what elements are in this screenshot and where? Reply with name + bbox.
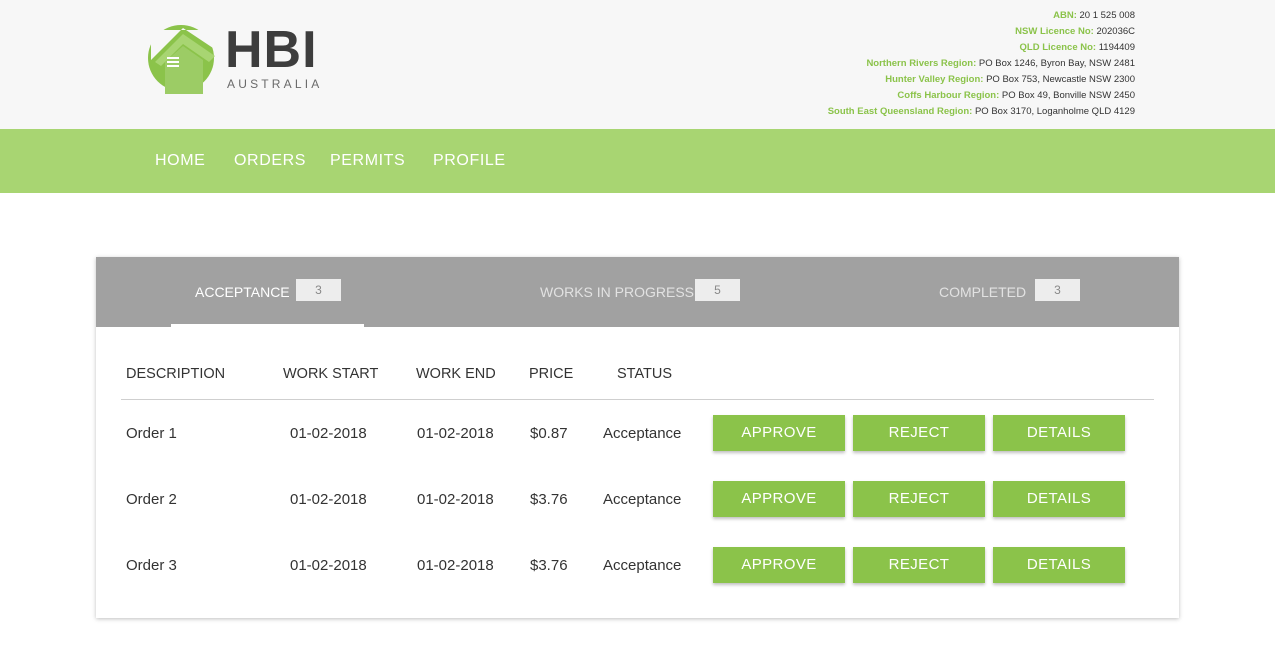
logo-subtitle: AUSTRALIA [227,77,323,91]
page-header: HBI AUSTRALIA ABN: 20 1 525 008 NSW Lice… [0,0,1275,129]
hunter-valley-address: PO Box 753, Newcastle NSW 2300 [986,74,1135,85]
nav-profile[interactable]: PROFILE [433,151,506,171]
status-tabs: ACCEPTANCE 3 WORKS IN PROGRESS 5 COMPLET… [96,257,1179,327]
coffs-harbour-label: Coffs Harbour Region: [897,90,1000,101]
approve-button[interactable]: APPROVE [713,547,845,583]
northern-rivers-address: PO Box 1246, Byron Bay, NSW 2481 [978,58,1135,69]
order-work-end: 01-02-2018 [417,557,494,574]
hunter-valley-row: Hunter Valley Region: PO Box 753, Newcas… [828,72,1135,88]
hbi-logo[interactable]: HBI AUSTRALIA [147,22,322,94]
south-east-queensland-row: South East Queensland Region: PO Box 317… [828,104,1135,120]
tab-completed-label: COMPLETED [939,284,1027,300]
column-header-work-start: WORK START [283,366,379,382]
details-button[interactable]: DETAILS [993,481,1125,517]
coffs-harbour-address: PO Box 49, Bonville NSW 2450 [1001,90,1135,101]
order-work-start: 01-02-2018 [290,425,367,442]
house-logo-icon [148,25,219,94]
order-price: $3.76 [530,557,568,574]
nsw-licence-label: NSW Licence No: [1015,26,1094,37]
abn-value: 20 1 525 008 [1079,10,1135,21]
tab-works-in-progress-count: 5 [695,279,740,301]
coffs-harbour-row: Coffs Harbour Region: PO Box 49, Bonvill… [828,88,1135,104]
approve-button[interactable]: APPROVE [713,415,845,451]
abn-row: ABN: 20 1 525 008 [828,8,1135,24]
northern-rivers-row: Northern Rivers Region: PO Box 1246, Byr… [828,56,1135,72]
main-nav: HOME ORDERS PERMITS PROFILE [0,129,1275,193]
nav-permits[interactable]: PERMITS [330,151,405,171]
nsw-licence-row: NSW Licence No: 202036C [828,24,1135,40]
orders-panel: ACCEPTANCE 3 WORKS IN PROGRESS 5 COMPLET… [96,257,1179,618]
tab-completed-count: 3 [1035,279,1080,301]
order-status: Acceptance [603,491,682,508]
order-status: Acceptance [603,557,682,574]
qld-licence-label: QLD Licence No: [1019,42,1097,53]
northern-rivers-label: Northern Rivers Region: [866,58,977,69]
tab-completed[interactable]: COMPLETED 3 [926,257,1106,327]
qld-licence-value: 1194409 [1098,42,1135,53]
contact-info: ABN: 20 1 525 008 NSW Licence No: 202036… [828,8,1135,120]
header-divider [121,399,1154,400]
nav-home[interactable]: HOME [155,151,205,171]
order-work-end: 01-02-2018 [417,491,494,508]
approve-button[interactable]: APPROVE [713,481,845,517]
order-description: Order 2 [126,491,177,508]
details-button[interactable]: DETAILS [993,547,1125,583]
hunter-valley-label: Hunter Valley Region: [885,74,984,85]
column-header-price: PRICE [529,366,574,382]
abn-label: ABN: [1053,10,1077,21]
tab-acceptance[interactable]: ACCEPTANCE 3 [171,257,364,327]
south-east-queensland-label: South East Queensland Region: [827,106,973,117]
column-header-status: STATUS [617,366,673,382]
order-work-start: 01-02-2018 [290,491,367,508]
column-header-description: DESCRIPTION [126,366,226,382]
qld-licence-row: QLD Licence No: 1194409 [828,40,1135,56]
reject-button[interactable]: REJECT [853,415,985,451]
order-status: Acceptance [603,425,682,442]
nsw-licence-value: 202036C [1096,26,1135,37]
order-description: Order 1 [126,425,177,442]
order-price: $3.76 [530,491,568,508]
order-work-start: 01-02-2018 [290,557,367,574]
order-price: $0.87 [530,425,568,442]
active-tab-indicator [171,324,364,327]
order-description: Order 3 [126,557,177,574]
tab-works-in-progress-label: WORKS IN PROGRESS [540,284,695,300]
details-button[interactable]: DETAILS [993,415,1125,451]
tab-acceptance-label: ACCEPTANCE [195,284,290,300]
nav-orders[interactable]: ORDERS [234,151,306,171]
column-header-work-end: WORK END [416,366,496,382]
reject-button[interactable]: REJECT [853,481,985,517]
tab-acceptance-count: 3 [296,279,341,301]
south-east-queensland-address: PO Box 3170, Loganholme QLD 4129 [974,106,1135,117]
logo-name: HBI [225,21,318,79]
order-work-end: 01-02-2018 [417,425,494,442]
tab-works-in-progress[interactable]: WORKS IN PROGRESS 5 [521,257,761,327]
reject-button[interactable]: REJECT [853,547,985,583]
